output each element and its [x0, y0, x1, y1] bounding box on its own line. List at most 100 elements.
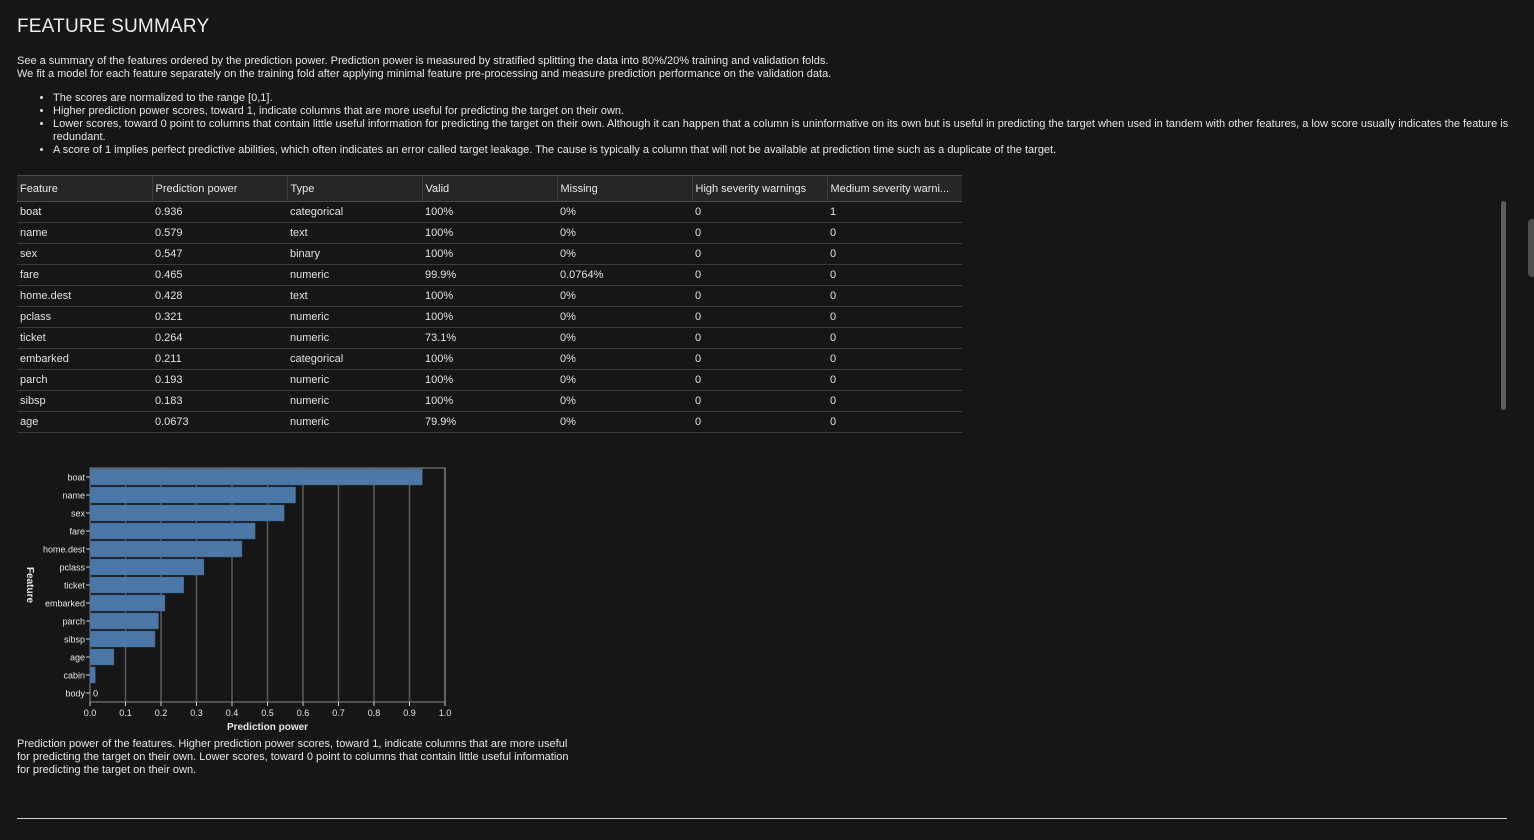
- x-tick-label: 0.6: [297, 708, 310, 718]
- table-cell: text: [287, 222, 422, 244]
- table-cell: 0: [827, 327, 962, 349]
- table-cell: 0: [827, 222, 962, 244]
- y-tick-label: cabin: [63, 671, 85, 681]
- data-label: 0: [93, 689, 98, 699]
- table-cell: 0: [692, 411, 827, 433]
- table-cell: categorical: [287, 201, 422, 223]
- table-cell: text: [287, 285, 422, 307]
- table-cell: 0: [827, 369, 962, 391]
- y-tick-label: boat: [67, 473, 85, 483]
- x-tick-label: 0.5: [261, 708, 274, 718]
- y-tick-label: embarked: [45, 599, 85, 609]
- notes-list: The scores are normalized to the range […: [35, 92, 1515, 157]
- note-item: Higher prediction power scores, toward 1…: [53, 105, 1515, 118]
- table-cell: 0: [692, 243, 827, 265]
- table-cell: 0: [692, 201, 827, 223]
- table-cell: fare: [17, 264, 152, 286]
- table-cell: 100%: [422, 306, 557, 328]
- feature-table: Feature Prediction power Type Valid Miss…: [17, 176, 962, 433]
- vertical-scrollbar[interactable]: [1501, 201, 1506, 410]
- x-tick-label: 0.9: [403, 708, 416, 718]
- table-cell: 0%: [557, 369, 692, 391]
- y-axis-title: Feature: [24, 567, 35, 604]
- description: See a summary of the features ordered by…: [17, 55, 1497, 81]
- table-cell: 0: [692, 264, 827, 286]
- column-header-medium-severity[interactable]: Medium severity warni...: [827, 176, 962, 202]
- table-cell: 0.0764%: [557, 264, 692, 286]
- column-header-type[interactable]: Type: [287, 176, 423, 202]
- table-cell: 0.193: [152, 369, 287, 391]
- table-cell: 0: [827, 411, 962, 433]
- column-header-high-severity[interactable]: High severity warnings: [692, 176, 828, 202]
- table-row: parch 0.193 numeric 100% 0% 0 0: [17, 369, 962, 391]
- bar-embarked: [89, 594, 166, 612]
- table-cell: 73.1%: [422, 327, 557, 349]
- table-cell: 0: [692, 306, 827, 328]
- bar-age: [89, 648, 115, 666]
- table-cell: 100%: [422, 222, 557, 244]
- table-cell: ticket: [17, 327, 152, 349]
- table-cell: 0.0673: [152, 411, 287, 433]
- table-row: pclass 0.321 numeric 100% 0% 0 0: [17, 306, 962, 328]
- table-cell: 100%: [422, 390, 557, 412]
- y-tick-label: sibsp: [64, 635, 85, 645]
- table-cell: 0: [827, 348, 962, 370]
- table-row: sex 0.547 binary 100% 0% 0 0: [17, 243, 962, 265]
- feature-table-container[interactable]: Feature Prediction power Type Valid Miss…: [17, 175, 962, 441]
- x-axis-title: Prediction power: [227, 722, 308, 733]
- table-cell: numeric: [287, 411, 422, 433]
- table-cell: binary: [287, 243, 422, 265]
- table-cell: 0%: [557, 348, 692, 370]
- column-header-missing[interactable]: Missing: [557, 176, 693, 202]
- table-cell: 0%: [557, 201, 692, 223]
- table-cell: 100%: [422, 348, 557, 370]
- table-row: ticket 0.264 numeric 73.1% 0% 0 0: [17, 327, 962, 349]
- side-panel-handle[interactable]: [1528, 219, 1534, 277]
- table-cell: 100%: [422, 243, 557, 265]
- table-cell: 0.579: [152, 222, 287, 244]
- y-tick-label: home.dest: [43, 545, 86, 555]
- table-row: embarked 0.211 categorical 100% 0% 0 0: [17, 348, 962, 370]
- y-tick-label: name: [62, 491, 85, 501]
- y-tick-label: ticket: [64, 581, 86, 591]
- bar-ticket: [89, 576, 184, 594]
- table-cell: 0.547: [152, 243, 287, 265]
- x-tick-label: 0.0: [84, 708, 97, 718]
- prediction-power-chart: boat name sex fare home.dest pclass ticket emba…: [24, 467, 451, 733]
- table-cell: 0: [827, 390, 962, 412]
- table-cell: 0: [827, 264, 962, 286]
- x-tick-label: 0.7: [332, 708, 345, 718]
- column-header-valid[interactable]: Valid: [422, 176, 558, 202]
- table-cell: 0: [692, 369, 827, 391]
- bar-parch: [89, 612, 159, 630]
- chart-caption: Prediction power of the features. Higher…: [17, 738, 569, 776]
- table-cell: 0%: [557, 327, 692, 349]
- table-cell: 79.9%: [422, 411, 557, 433]
- table-row: boat 0.936 categorical 100% 0% 0 1: [17, 201, 962, 223]
- table-cell: 0.428: [152, 285, 287, 307]
- column-header-prediction-power[interactable]: Prediction power: [152, 176, 288, 202]
- table-row: name 0.579 text 100% 0% 0 0: [17, 222, 962, 244]
- table-cell: parch: [17, 369, 152, 391]
- table-cell: numeric: [287, 390, 422, 412]
- table-cell: embarked: [17, 348, 152, 370]
- table-cell: 0%: [557, 243, 692, 265]
- table-cell: sibsp: [17, 390, 152, 412]
- table-cell: 100%: [422, 369, 557, 391]
- table-cell: sex: [17, 243, 152, 265]
- table-cell: 0: [692, 327, 827, 349]
- table-cell: 0: [827, 243, 962, 265]
- table-row: fare 0.465 numeric 99.9% 0.0764% 0 0: [17, 264, 962, 286]
- table-cell: 0: [692, 222, 827, 244]
- table-cell: numeric: [287, 369, 422, 391]
- page-title: FEATURE SUMMARY: [17, 16, 210, 37]
- table-cell: 0.211: [152, 348, 287, 370]
- description-line: We fit a model for each feature separate…: [17, 68, 832, 80]
- column-header-feature[interactable]: Feature: [17, 176, 153, 202]
- table-cell: 1: [827, 201, 962, 223]
- table-cell: 0%: [557, 285, 692, 307]
- table-cell: 0.936: [152, 201, 287, 223]
- note-item: A score of 1 implies perfect predictive …: [53, 144, 1515, 157]
- x-tick-label: 0.2: [155, 708, 168, 718]
- table-row: home.dest 0.428 text 100% 0% 0 0: [17, 285, 962, 307]
